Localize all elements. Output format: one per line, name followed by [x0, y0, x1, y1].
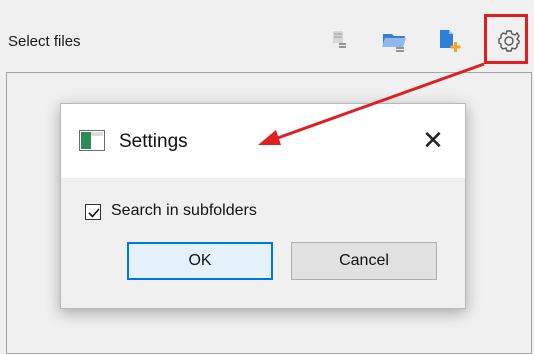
- panel-title: Select files: [8, 33, 81, 50]
- list-file-icon: [333, 31, 346, 48]
- close-icon[interactable]: ✕: [421, 125, 445, 155]
- folder-list-icon: [382, 34, 406, 52]
- cancel-button[interactable]: Cancel: [291, 242, 437, 280]
- search-subfolders-label: Search in subfolders: [111, 202, 257, 219]
- ok-button[interactable]: OK: [127, 242, 273, 280]
- add-file-icon: [440, 30, 461, 52]
- search-subfolders-checkbox[interactable]: [85, 204, 101, 220]
- add-file-button[interactable]: [434, 22, 468, 62]
- folder-list-button[interactable]: [378, 22, 412, 62]
- dialog-titlebar[interactable]: Settings ✕: [61, 104, 465, 178]
- settings-dialog: Settings ✕ Search in subfolders OK Cance…: [60, 103, 466, 309]
- annotation-highlight-box: [484, 14, 528, 64]
- window-app-icon: [79, 130, 105, 151]
- checkmark-icon: [88, 208, 100, 218]
- list-file-button[interactable]: [326, 22, 360, 62]
- dialog-title: Settings: [119, 131, 188, 152]
